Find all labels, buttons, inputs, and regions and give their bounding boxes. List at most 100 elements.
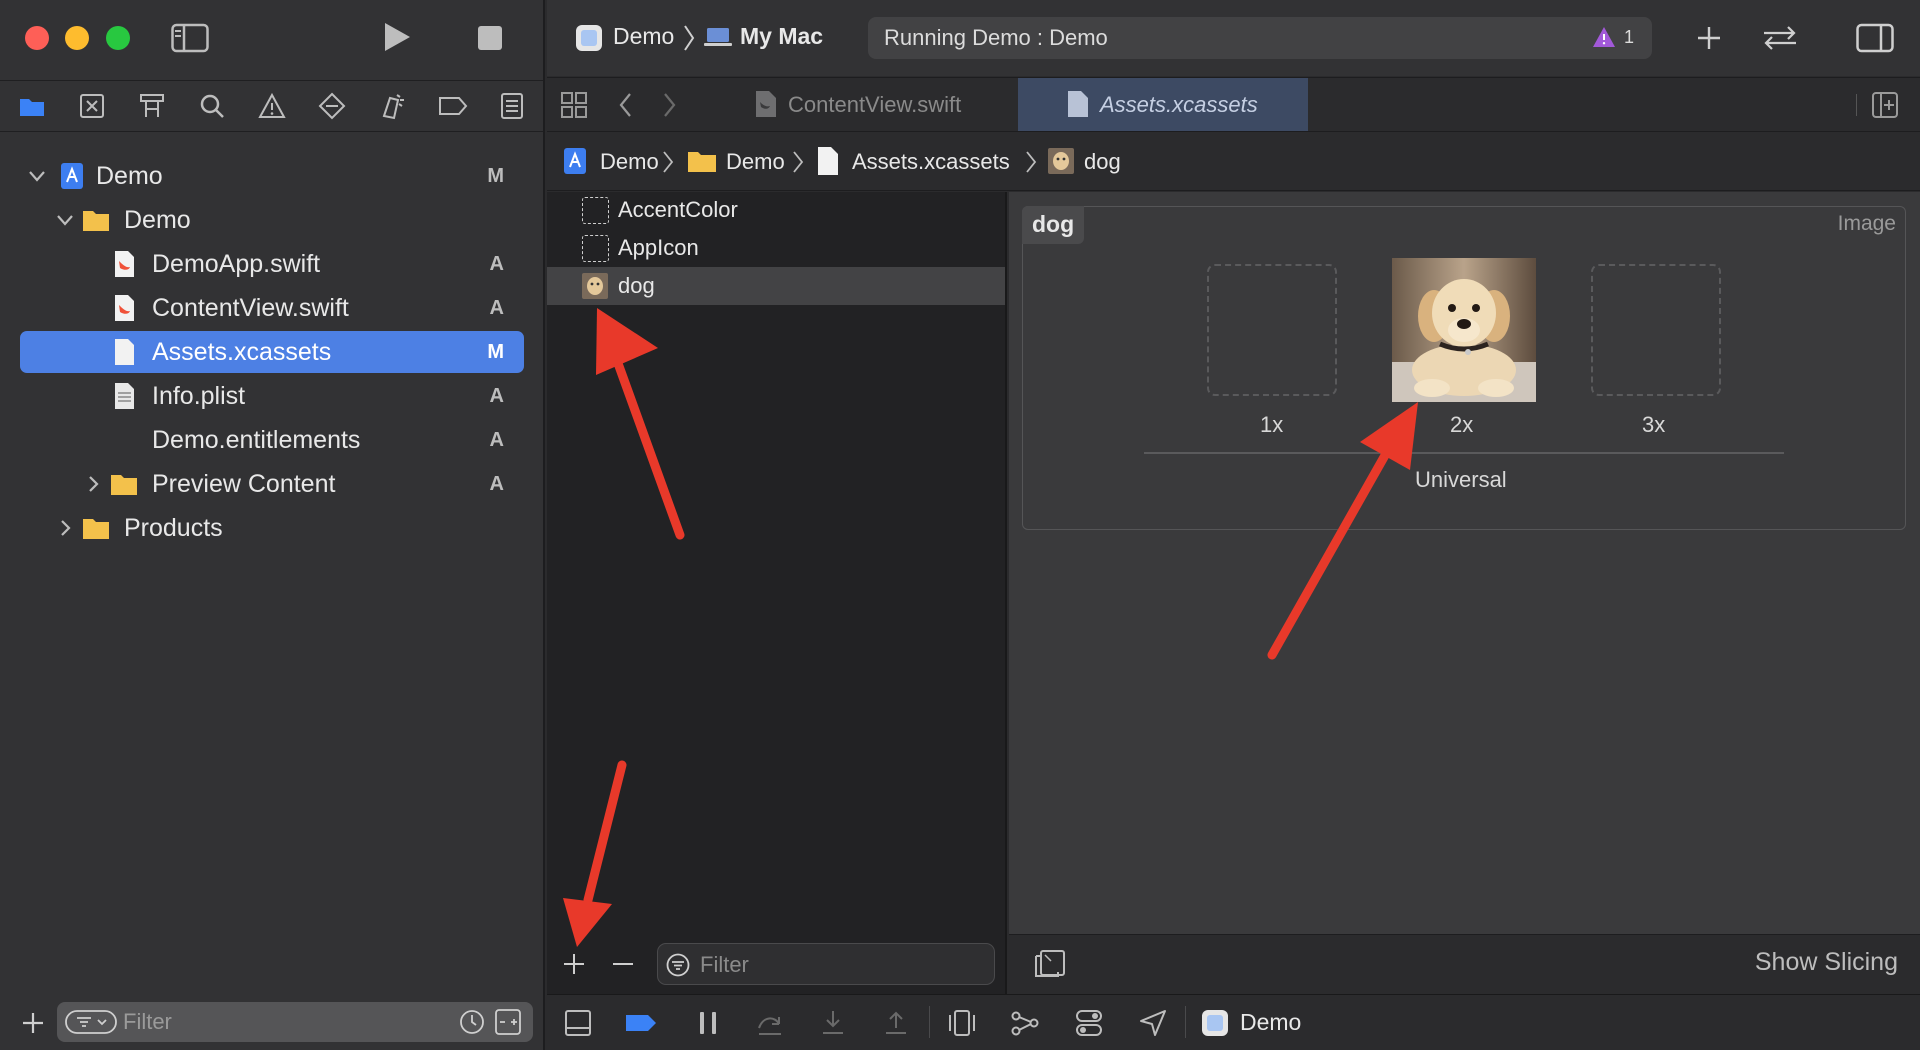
asset-label: dog	[618, 273, 655, 298]
image-slot-3x[interactable]	[1591, 264, 1721, 396]
swift-file-icon	[756, 91, 776, 117]
image-slot-1x[interactable]	[1207, 264, 1337, 396]
breakpoints-toggle-icon[interactable]	[624, 1008, 656, 1038]
report-icon[interactable]	[498, 92, 526, 120]
tree-label: Info.plist	[152, 382, 246, 410]
recent-files-icon[interactable]	[459, 1009, 485, 1035]
breadcrumb-item[interactable]: Demo	[726, 147, 785, 177]
scale-label-1x: 1x	[1260, 412, 1284, 437]
slicing-icon[interactable]	[1034, 948, 1066, 978]
toggle-debug-area-icon[interactable]	[563, 1008, 593, 1038]
breadcrumb-item[interactable]: Assets.xcassets	[852, 147, 1010, 177]
filter-placeholder: Filter	[123, 1009, 172, 1034]
find-icon[interactable]	[198, 92, 226, 120]
mac-icon	[704, 28, 732, 46]
tab-contentview[interactable]: ContentView.swift	[750, 78, 1016, 131]
minimize-window-button[interactable]	[65, 26, 89, 50]
asset-item-dog[interactable]: dog	[547, 267, 1005, 305]
step-over-icon[interactable]	[755, 1008, 785, 1038]
symbol-icon[interactable]	[138, 92, 166, 120]
folder-icon[interactable]	[18, 92, 46, 120]
tree-row-project[interactable]: Demo M	[20, 155, 524, 197]
tab-assets[interactable]: Assets.xcassets	[1018, 78, 1308, 131]
show-slicing-button[interactable]: Show Slicing	[1755, 948, 1898, 977]
tree-row-folder-demo[interactable]: Demo	[20, 199, 524, 241]
project-icon	[564, 148, 586, 174]
back-icon[interactable]	[618, 92, 634, 118]
tree-label: Demo	[124, 206, 191, 234]
status-badge: A	[489, 385, 504, 407]
tree-row-assets[interactable]: Assets.xcassets M	[20, 331, 524, 373]
tree-label: Preview Content	[152, 470, 336, 498]
debug-target[interactable]: Demo	[1201, 1008, 1331, 1038]
tree-row-contentview[interactable]: ContentView.swift A	[20, 287, 524, 329]
related-items-icon[interactable]	[560, 91, 588, 119]
status-badge: A	[489, 429, 504, 451]
add-asset-icon[interactable]	[562, 952, 586, 976]
tree-label: Demo.entitlements	[152, 426, 361, 454]
tab-divider	[1856, 94, 1857, 116]
remove-asset-icon[interactable]	[611, 952, 635, 976]
idiom-label: Universal	[1415, 467, 1507, 492]
breakpoint-icon[interactable]	[438, 92, 468, 120]
debug-icon[interactable]	[378, 92, 406, 120]
breadcrumb-item[interactable]: dog	[1084, 147, 1121, 177]
source-control-icon[interactable]	[78, 92, 106, 120]
asset-filter-field[interactable]: Filter	[657, 943, 995, 985]
add-library-icon[interactable]	[1696, 25, 1722, 51]
tree-row-products[interactable]: Products	[20, 507, 524, 549]
close-window-button[interactable]	[25, 26, 49, 50]
tree-row-infoplist[interactable]: Info.plist A	[20, 375, 524, 417]
asset-catalog-icon	[1068, 91, 1088, 117]
step-into-icon[interactable]	[818, 1008, 848, 1038]
asset-item-accentcolor[interactable]: AccentColor	[547, 191, 1005, 229]
sidebar-toggle-icon[interactable]	[171, 23, 209, 53]
image-set-name[interactable]: dog	[1022, 206, 1085, 244]
color-set-icon	[582, 197, 609, 224]
warning-icon[interactable]	[1592, 26, 1616, 48]
scheme-name: Demo	[613, 23, 675, 49]
run-icon[interactable]	[382, 21, 412, 53]
project-icon	[61, 163, 83, 189]
tab-label: ContentView.swift	[788, 92, 962, 117]
inspector-toggle-icon[interactable]	[1856, 23, 1894, 53]
add-editor-icon[interactable]	[1872, 92, 1898, 118]
tree-label: DemoApp.swift	[152, 250, 321, 278]
idiom-divider	[1144, 452, 1784, 454]
tree-row-entitlements[interactable]: Demo.entitlements A	[20, 419, 524, 461]
filter-options-icon[interactable]	[65, 1010, 117, 1034]
activity-status-bar[interactable]: Running Demo : Demo 1	[868, 17, 1652, 59]
source-control-filter-icon[interactable]	[495, 1009, 521, 1035]
breadcrumb-item[interactable]: Demo	[600, 147, 659, 177]
step-out-icon[interactable]	[881, 1008, 911, 1038]
swift-file-icon	[115, 295, 134, 321]
issue-icon[interactable]	[258, 92, 286, 120]
tab-label: Assets.xcassets	[1100, 92, 1258, 117]
status-text: Running Demo : Demo	[884, 25, 1108, 50]
tree-label: Demo	[96, 162, 163, 190]
scheme-selector[interactable]: Demo My Mac	[575, 20, 830, 56]
view-hierarchy-icon[interactable]	[947, 1008, 977, 1038]
zoom-window-button[interactable]	[106, 26, 130, 50]
pause-icon[interactable]	[693, 1008, 723, 1038]
code-review-icon[interactable]	[1760, 25, 1800, 51]
stop-icon[interactable]	[477, 25, 503, 51]
simulate-location-icon[interactable]	[1138, 1008, 1168, 1038]
image-slot-2x[interactable]	[1392, 258, 1536, 402]
image-thumbnail-icon	[1048, 148, 1074, 174]
status-badge: M	[487, 341, 504, 363]
add-file-icon[interactable]	[20, 1010, 46, 1036]
status-badge: M	[487, 165, 504, 187]
asset-item-appicon[interactable]: AppIcon	[547, 229, 1005, 267]
environment-overrides-icon[interactable]	[1074, 1008, 1104, 1038]
debug-divider	[929, 1006, 930, 1038]
destination-name: My Mac	[740, 23, 824, 49]
navigator-filter-field[interactable]: Filter	[57, 1002, 533, 1042]
test-icon[interactable]	[318, 92, 346, 120]
debug-divider	[1185, 1006, 1186, 1038]
memory-graph-icon[interactable]	[1010, 1008, 1040, 1038]
forward-icon[interactable]	[661, 92, 677, 118]
tree-row-demoapp[interactable]: DemoApp.swift A	[20, 243, 524, 285]
tree-label: ContentView.swift	[152, 294, 349, 322]
tree-row-preview-content[interactable]: Preview Content A	[20, 463, 524, 505]
